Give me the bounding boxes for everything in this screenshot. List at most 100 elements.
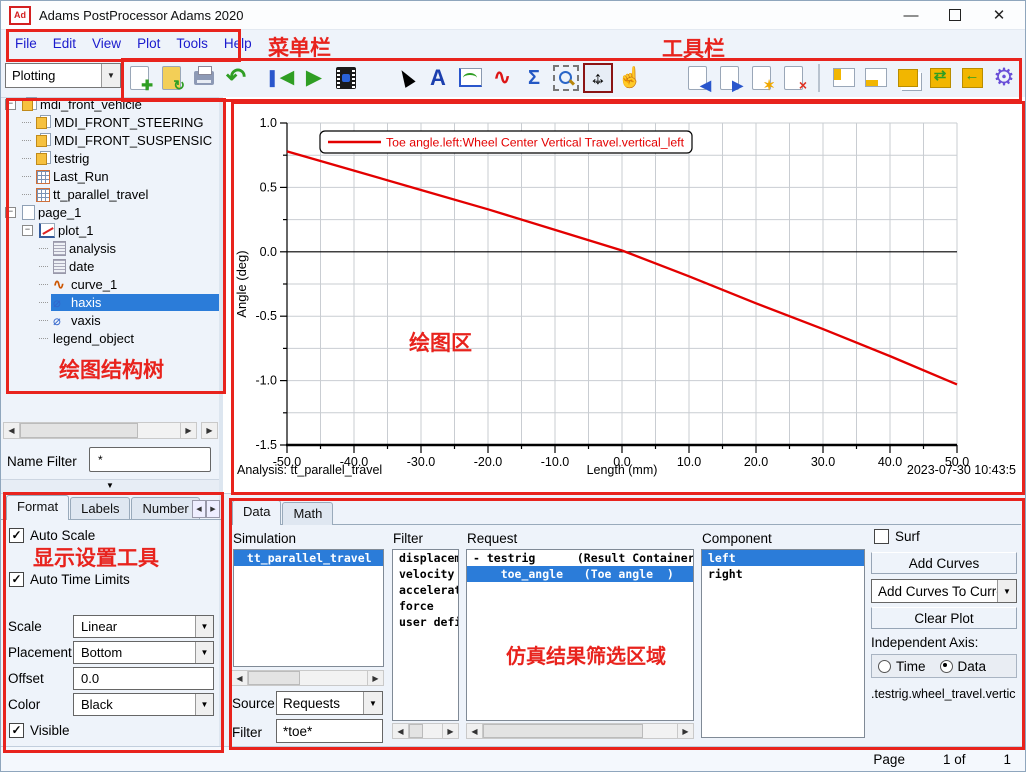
request-item[interactable]: toe_angle (Toe angle ) <box>467 566 693 582</box>
dynamic-view-icon[interactable] <box>583 63 613 93</box>
scroll-right-icon[interactable]: ▶ <box>180 423 196 438</box>
surf-checkbox[interactable] <box>874 529 889 544</box>
close-button[interactable]: ✕ <box>977 2 1021 28</box>
expander-icon[interactable]: − <box>5 207 16 218</box>
filter-item[interactable]: velocity <box>393 566 458 582</box>
filter-item[interactable]: acceleration <box>393 582 458 598</box>
tab-scroll-right-icon[interactable]: ▶ <box>206 500 220 518</box>
minimize-button[interactable]: — <box>889 2 933 28</box>
tab-scroll-left-icon[interactable]: ◀ <box>192 500 206 518</box>
menu-edit[interactable]: Edit <box>45 33 84 54</box>
chevron-down-icon[interactable]: ▼ <box>195 642 213 663</box>
tree-item-MDI_FRONT_SUSPENSIC[interactable]: MDI_FRONT_SUSPENSIC <box>1 131 219 149</box>
simulation-item[interactable]: tt_parallel_travel <box>234 550 383 566</box>
pan-hand-icon[interactable]: ☝ <box>615 63 645 93</box>
radio-time[interactable]: Time <box>878 659 926 674</box>
chevron-down-icon[interactable]: ▼ <box>195 694 213 715</box>
filter-item[interactable]: displacement <box>393 550 458 566</box>
select-cursor-icon[interactable] <box>391 63 421 93</box>
menu-view[interactable]: View <box>84 33 129 54</box>
simulation-list[interactable]: tt_parallel_travel <box>233 549 384 667</box>
menu-help[interactable]: Help <box>216 33 260 54</box>
scroll-left-icon[interactable]: ◀ <box>232 671 248 685</box>
component-item[interactable]: left <box>702 550 864 566</box>
tree-item-MDI_FRONT_STEERING[interactable]: MDI_FRONT_STEERING <box>1 113 219 131</box>
new-page-icon[interactable]: ✶ <box>747 63 777 93</box>
swap-view-icon[interactable]: ⇄ <box>925 63 955 93</box>
menu-tools[interactable]: Tools <box>168 33 216 54</box>
zoom-area-icon[interactable] <box>551 63 581 93</box>
layout-bottom-icon[interactable] <box>861 63 891 93</box>
color-select[interactable]: Black ▼ <box>73 693 214 716</box>
tree-item-Last_Run[interactable]: Last_Run <box>1 167 219 185</box>
tab-math[interactable]: Math <box>282 502 333 525</box>
auto-scale-checkbox[interactable]: ✓ <box>9 528 24 543</box>
source-select[interactable]: Requests ▼ <box>276 691 383 715</box>
add-curves-button[interactable]: Add Curves <box>871 552 1017 574</box>
tree-item-analysis[interactable]: analysis <box>1 239 219 257</box>
mode-select[interactable]: Plotting ▼ <box>5 63 121 88</box>
expander-icon[interactable]: − <box>5 99 16 110</box>
add-text-icon[interactable]: A <box>423 63 453 93</box>
request-item[interactable]: - testrig (Result Container <box>467 550 693 566</box>
tab-labels[interactable]: Labels <box>70 497 130 520</box>
tree-item-haxis[interactable]: haxis <box>1 293 219 311</box>
layout-left-icon[interactable] <box>829 63 859 93</box>
chevron-down-icon[interactable]: ▼ <box>997 580 1016 602</box>
clear-plot-button[interactable]: Clear Plot <box>871 607 1017 629</box>
layout-full-icon[interactable] <box>893 63 923 93</box>
component-list[interactable]: leftright <box>701 549 865 738</box>
next-page-icon[interactable]: ▶ <box>715 63 745 93</box>
radio-data[interactable]: Data <box>940 659 987 674</box>
return-view-icon[interactable]: ← <box>957 63 987 93</box>
tree-item-testrig[interactable]: testrig <box>1 149 219 167</box>
placement-select[interactable]: Bottom ▼ <box>73 641 214 664</box>
name-filter-input[interactable]: * <box>89 447 211 472</box>
preferences-icon[interactable]: ⚙ <box>989 63 1019 93</box>
undo-icon[interactable]: ↶ <box>221 63 251 93</box>
expander-icon[interactable]: − <box>22 225 33 236</box>
scroll-right-icon[interactable]: ▶ <box>367 671 383 685</box>
print-icon[interactable] <box>189 63 219 93</box>
tree-item-tt_parallel_travel[interactable]: tt_parallel_travel <box>1 185 219 203</box>
maximize-button[interactable] <box>933 2 977 28</box>
tree-v-scroll-down-button[interactable]: ▶ <box>201 422 218 439</box>
tab-number[interactable]: Number <box>131 497 199 520</box>
chevron-down-icon[interactable]: ▼ <box>101 64 120 87</box>
menu-file[interactable]: File <box>7 33 45 54</box>
filter-list[interactable]: displacementvelocityaccelerationforceuse… <box>392 549 459 721</box>
visible-checkbox[interactable]: ✓ <box>9 723 24 738</box>
chevron-down-icon[interactable]: ▼ <box>195 616 213 637</box>
request-list[interactable]: - testrig (Result Container toe_angle (T… <box>466 549 694 721</box>
tab-data[interactable]: Data <box>232 500 281 525</box>
reload-plots-icon[interactable]: ↻ <box>157 63 187 93</box>
filter-item[interactable]: force <box>393 598 458 614</box>
prev-page-icon[interactable]: ◀ <box>683 63 713 93</box>
scroll-right-icon[interactable]: ▶ <box>677 724 693 738</box>
filter-item[interactable]: user defined <box>393 614 458 630</box>
chevron-down-icon[interactable]: ▼ <box>363 692 382 714</box>
plot-limits-icon[interactable] <box>455 63 485 93</box>
new-plot-icon[interactable]: ✚ <box>125 63 155 93</box>
filter-h-scrollbar[interactable]: ◀ ▶ <box>392 723 459 739</box>
scroll-left-icon[interactable]: ◀ <box>467 724 483 738</box>
tree-item-legend_object[interactable]: legend_object <box>1 329 219 347</box>
math-sum-icon[interactable]: Σ <box>519 63 549 93</box>
add-curves-mode-select[interactable]: Add Curves To Current ▼ <box>871 579 1017 603</box>
scrollbar-thumb[interactable] <box>20 423 138 438</box>
tree-item-curve_1[interactable]: curve_1 <box>1 275 219 293</box>
first-frame-icon[interactable]: ▌◀ <box>267 63 297 93</box>
tree-item-page_1[interactable]: −page_1 <box>1 203 219 221</box>
curve-edit-icon[interactable]: ∿ <box>487 63 517 93</box>
scroll-left-icon[interactable]: ◀ <box>4 423 20 438</box>
component-item[interactable]: right <box>702 566 864 582</box>
tree-h-scrollbar[interactable]: ◀ ▶ <box>3 422 197 439</box>
delete-page-icon[interactable]: × <box>779 63 809 93</box>
scroll-right-icon[interactable]: ▶ <box>442 724 458 738</box>
simulation-h-scrollbar[interactable]: ◀ ▶ <box>231 670 384 686</box>
tab-format[interactable]: Format <box>6 495 69 520</box>
animation-icon[interactable] <box>331 63 361 93</box>
request-h-scrollbar[interactable]: ◀ ▶ <box>466 723 694 739</box>
play-animation-icon[interactable]: ▶ <box>299 63 329 93</box>
offset-input[interactable]: 0.0 <box>73 667 214 690</box>
